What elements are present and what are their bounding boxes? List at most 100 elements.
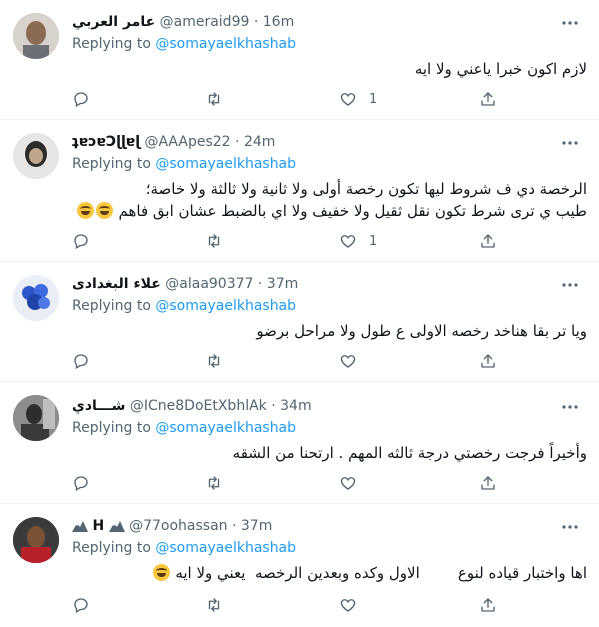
display-name[interactable]: عامر العربي — [72, 14, 155, 30]
replying-to: Replying to @somayaelkhashab — [72, 296, 296, 316]
heart-icon — [340, 477, 356, 490]
user-handle[interactable]: @ameraid99 — [160, 14, 250, 30]
reply-tweet-5[interactable]: H @77oohassan · 37m Replying to @somayae… — [0, 504, 599, 627]
mention-link[interactable]: @somayaelkhashab — [155, 420, 296, 436]
replying-to-label: Replying to — [72, 298, 151, 314]
share-button[interactable] — [479, 351, 497, 371]
reply-tweet-2[interactable]: ʇɐɔɐƆɭɭɐɭ @AAApes22 · 24m Replying to @s… — [0, 120, 599, 262]
retweet-button[interactable] — [205, 351, 235, 371]
like-button[interactable] — [339, 351, 369, 371]
mention-link[interactable]: @somayaelkhashab — [155, 156, 296, 172]
reply-button[interactable] — [72, 351, 102, 371]
heart-icon — [340, 599, 356, 612]
separator-dot: · — [271, 398, 276, 414]
tweet-actions — [72, 351, 587, 371]
tweet-header: H @77oohassan · 37m — [72, 516, 272, 536]
reply-button[interactable] — [72, 89, 102, 109]
display-name[interactable]: شـــادي — [72, 398, 125, 414]
timestamp[interactable]: 16m — [263, 14, 294, 30]
replying-to: Replying to @somayaelkhashab — [72, 418, 296, 438]
comment-icon — [74, 476, 88, 491]
reply-tweet-3[interactable]: علاء البغدادى @alaa90377 · 37m Replying … — [0, 262, 599, 382]
laughing-emoji — [76, 202, 114, 220]
user-handle[interactable]: @ICne8DoEtXbhlAk — [130, 398, 267, 414]
comment-icon — [74, 92, 88, 107]
tweet-text-line: اها واختبار قياده لنوع الاول وكده وبعدين… — [72, 562, 587, 584]
separator-dot: · — [231, 518, 237, 534]
tweet-text: اها واختبار قياده لنوع الاول وكده وبعدين… — [72, 562, 587, 584]
timestamp[interactable]: 37m — [267, 276, 298, 292]
separator-dot: · — [253, 14, 259, 30]
mountain-icon — [72, 518, 88, 538]
avatar[interactable] — [13, 133, 59, 179]
avatar[interactable] — [13, 13, 59, 59]
mountain-icon — [108, 518, 125, 538]
tweet-header: شـــادي @ICne8DoEtXbhlAk · 34m — [72, 396, 312, 416]
avatar[interactable] — [13, 275, 59, 321]
tweet-actions — [72, 595, 587, 615]
share-icon — [481, 476, 495, 490]
like-button[interactable] — [339, 473, 369, 493]
reply-button[interactable] — [72, 473, 102, 493]
comment-icon — [74, 354, 88, 369]
share-icon — [481, 598, 495, 612]
retweet-button[interactable] — [205, 231, 235, 251]
retweet-icon — [208, 234, 220, 248]
tweet-header: علاء البغدادى @alaa90377 · 37m — [72, 274, 298, 294]
mention-link[interactable]: @somayaelkhashab — [155, 298, 296, 314]
like-button[interactable]: 1 — [339, 231, 377, 251]
tweet-actions: 1 — [72, 231, 587, 251]
tweet-text-line-1: اها واختبار قياده لنوع الاول وكده وبعدين… — [175, 564, 587, 582]
retweet-button[interactable] — [205, 473, 235, 493]
timestamp[interactable]: 24m — [244, 134, 275, 150]
more-options-icon[interactable] — [561, 14, 579, 32]
share-button[interactable] — [479, 595, 497, 615]
more-options-icon[interactable] — [561, 518, 579, 536]
comment-icon — [74, 234, 88, 249]
display-name[interactable]: H — [92, 518, 104, 534]
tweet-text-line: طيب ي ترى شرط تكون نقل ثقيل ولا خفيف ولا… — [72, 200, 587, 222]
avatar[interactable] — [13, 395, 59, 441]
display-name[interactable]: ʇɐɔɐƆɭɭɐɭ — [72, 134, 140, 150]
share-button[interactable] — [479, 89, 497, 109]
tweet-text-line: ويا تر بقا هناخد رخصه الاولى ع طول ولا م… — [256, 322, 587, 340]
user-handle[interactable]: @alaa90377 — [165, 276, 253, 292]
heart-icon — [340, 355, 356, 368]
tweet-header: ʇɐɔɐƆɭɭɐɭ @AAApes22 · 24m — [72, 132, 275, 152]
mention-link[interactable]: @somayaelkhashab — [155, 540, 296, 556]
like-count: 1 — [369, 91, 378, 107]
retweet-icon — [208, 476, 220, 490]
display-name[interactable]: علاء البغدادى — [72, 276, 161, 292]
retweet-button[interactable] — [205, 595, 235, 615]
timestamp[interactable]: 34m — [280, 398, 311, 414]
share-button[interactable] — [479, 473, 497, 493]
like-button[interactable]: 1 — [339, 89, 377, 109]
like-button[interactable] — [339, 595, 369, 615]
tweet-text-line-2: طيب ي ترى شرط تكون نقل ثقيل ولا خفيف ولا… — [118, 202, 587, 220]
reply-tweet-4[interactable]: شـــادي @ICne8DoEtXbhlAk · 34m Replying … — [0, 382, 599, 504]
heart-icon — [340, 235, 356, 248]
replying-to-label: Replying to — [72, 156, 151, 172]
retweet-icon — [208, 598, 220, 612]
mention-link[interactable]: @somayaelkhashab — [155, 36, 296, 52]
reply-tweet-1[interactable]: عامر العربي @ameraid99 · 16m Replying to… — [0, 0, 599, 120]
more-options-icon[interactable] — [561, 134, 579, 152]
reply-button[interactable] — [72, 595, 102, 615]
laughing-icon — [152, 564, 170, 581]
tweet-actions — [72, 473, 587, 493]
share-icon — [481, 354, 495, 368]
user-handle[interactable]: @77oohassan — [129, 518, 227, 534]
user-handle[interactable]: @AAApes22 — [144, 134, 230, 150]
reply-button[interactable] — [72, 231, 102, 251]
tweet-text: ويا تر بقا هناخد رخصه الاولى ع طول ولا م… — [72, 320, 587, 342]
replying-to-label: Replying to — [72, 420, 151, 436]
more-options-icon[interactable] — [561, 398, 579, 416]
share-button[interactable] — [479, 231, 497, 251]
retweet-button[interactable] — [205, 89, 235, 109]
timestamp[interactable]: 37m — [241, 518, 272, 534]
avatar[interactable] — [13, 517, 59, 563]
replying-to-label: Replying to — [72, 36, 151, 52]
share-icon — [481, 92, 495, 106]
separator-dot: · — [235, 134, 240, 150]
more-options-icon[interactable] — [561, 276, 579, 294]
